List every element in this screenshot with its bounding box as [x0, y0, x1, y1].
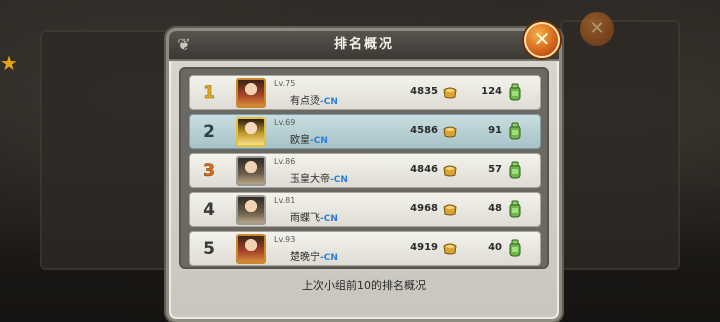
rank-number: 2 [203, 122, 215, 142]
player-name: 雨蝶飞 [290, 213, 320, 224]
player-name: 楚晚宁 [290, 252, 320, 263]
gold-ingot-icon [443, 165, 457, 177]
ranking-row-3[interactable]: 3 Lv.86 玉皇大帝-CN 4846 57 [189, 153, 541, 188]
gold-ingot-icon [443, 243, 457, 255]
player-power: 4835 [410, 86, 438, 97]
ranking-row-4[interactable]: 4 Lv.81 雨蝶飞-CN 4968 48 [189, 192, 541, 227]
gold-ingot-icon [443, 204, 457, 216]
rank-number: 3 [203, 161, 215, 182]
player-name: 欧皇 [290, 135, 310, 146]
player-avatar[interactable] [236, 234, 266, 264]
player-level: Lv.93 [274, 235, 296, 244]
player-name: 有点烫 [290, 96, 320, 107]
ranking-dialog: ❦ 排名概况 ❦ 1 Lv.75 有点烫-CN 4835 124 2 Lv.69… [166, 28, 562, 322]
player-level: Lv.86 [274, 157, 296, 166]
ranking-list[interactable]: 1 Lv.75 有点烫-CN 4835 124 2 Lv.69 欧皇-CN 45… [179, 67, 549, 269]
server-tag: -CN [320, 97, 338, 107]
server-tag: -CN [330, 175, 348, 185]
player-score: 48 [488, 203, 502, 214]
player-avatar[interactable] [236, 156, 266, 186]
player-name-container: 玉皇大帝-CN [290, 170, 348, 185]
player-level: Lv.69 [274, 118, 296, 127]
player-level: Lv.75 [274, 79, 296, 88]
green-pouch-icon [509, 239, 521, 257]
server-tag: -CN [320, 253, 338, 263]
ranking-row-1[interactable]: 1 Lv.75 有点烫-CN 4835 124 [189, 75, 541, 110]
player-score: 91 [488, 125, 502, 136]
dialog-header: ❦ 排名概况 ❦ [169, 31, 559, 61]
close-button[interactable]: ✕ [524, 22, 560, 58]
player-score: 57 [488, 164, 502, 175]
green-pouch-icon [509, 122, 521, 140]
player-avatar[interactable] [236, 78, 266, 108]
green-pouch-icon [509, 200, 521, 218]
player-name-container: 欧皇-CN [290, 131, 328, 146]
close-icon: ✕ [533, 27, 551, 51]
player-avatar[interactable] [236, 117, 266, 147]
rank-number: 1 [203, 83, 215, 104]
player-name: 玉皇大帝 [290, 174, 330, 185]
player-power: 4919 [410, 242, 438, 253]
player-score: 40 [488, 242, 502, 253]
ranking-row-5[interactable]: 5 Lv.93 楚晚宁-CN 4919 40 [189, 231, 541, 266]
player-power: 4846 [410, 164, 438, 175]
rank-number: 4 [203, 200, 215, 220]
green-pouch-icon [509, 161, 521, 179]
player-name-container: 有点烫-CN [290, 92, 338, 107]
background-right-panel [560, 20, 680, 270]
star-icon: ★ [0, 51, 18, 75]
dialog-title: 排名概况 [333, 37, 394, 52]
server-tag: -CN [310, 136, 328, 146]
player-power: 4586 [410, 125, 438, 136]
player-level: Lv.81 [274, 196, 296, 205]
player-avatar[interactable] [236, 195, 266, 225]
gold-ingot-icon [443, 87, 457, 99]
gold-ingot-icon [443, 126, 457, 138]
dialog-footer: 上次小组前10的排名概况 [302, 279, 426, 292]
player-name-container: 楚晚宁-CN [290, 248, 338, 263]
server-tag: -CN [320, 214, 338, 224]
ranking-row-2[interactable]: 2 Lv.69 欧皇-CN 4586 91 [189, 114, 541, 149]
player-power: 4968 [410, 203, 438, 214]
green-pouch-icon [509, 83, 521, 101]
cloud-ornament-icon: ❦ [177, 35, 191, 54]
rank-number: 5 [203, 239, 215, 259]
player-name-container: 雨蝶飞-CN [290, 209, 338, 224]
player-score: 124 [481, 86, 502, 97]
background-close-icon: ✕ [580, 12, 614, 46]
